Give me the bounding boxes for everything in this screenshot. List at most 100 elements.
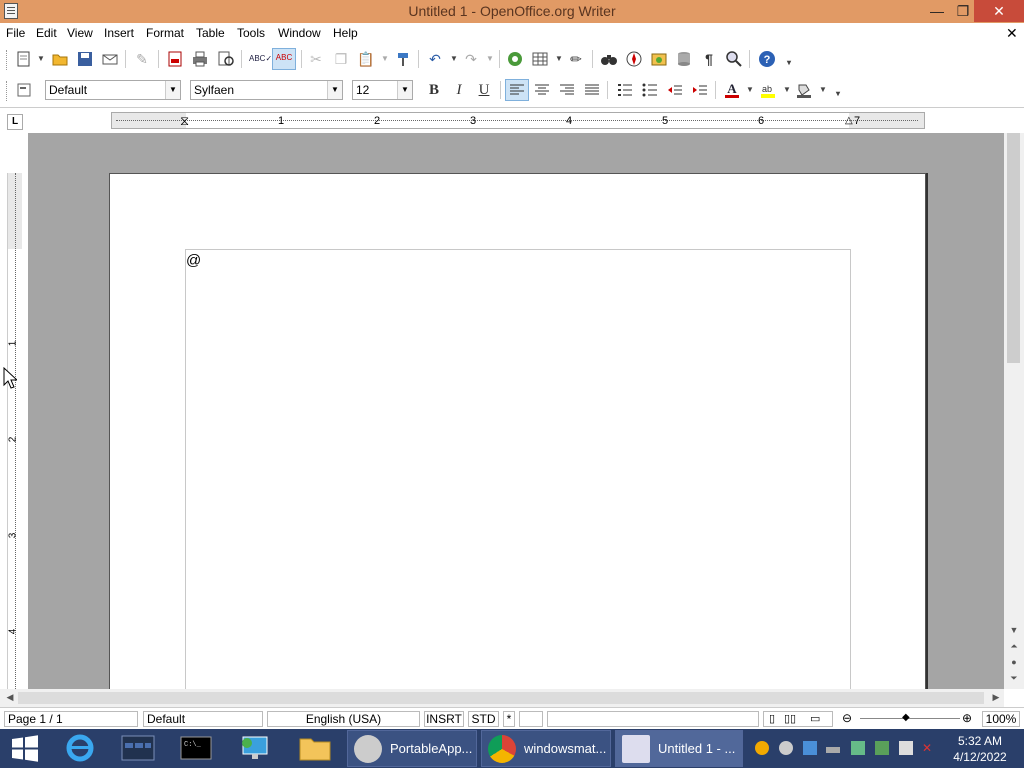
menu-file[interactable]: File xyxy=(6,26,25,40)
redo-icon[interactable]: ↷ xyxy=(462,50,480,68)
tray-device-icon[interactable] xyxy=(851,741,865,755)
digital-signature-field[interactable] xyxy=(519,711,543,727)
italic-button[interactable]: I xyxy=(450,81,468,99)
paragraph-style-combo[interactable]: Default ▼ xyxy=(45,80,181,100)
paste-icon[interactable]: 📋 xyxy=(357,50,375,68)
scroll-down-arrow-icon[interactable]: ▼ xyxy=(1006,625,1022,635)
network-icon[interactable] xyxy=(899,741,913,755)
next-page-icon[interactable]: ⏷ xyxy=(1006,673,1022,684)
clone-formatting-icon[interactable] xyxy=(394,50,412,68)
taskbar-item-chrome[interactable]: windowsmat... xyxy=(481,730,611,767)
gallery-icon[interactable] xyxy=(650,50,668,68)
align-right-icon[interactable] xyxy=(558,81,576,99)
autospellcheck-icon[interactable]: ABC xyxy=(272,48,296,70)
scroll-right-arrow-icon[interactable]: ▶ xyxy=(988,692,1004,703)
toolbar-grip[interactable] xyxy=(6,50,10,70)
save-icon[interactable] xyxy=(76,50,94,68)
numbering-icon[interactable] xyxy=(616,81,634,99)
find-replace-icon[interactable] xyxy=(600,50,618,68)
open-folder-icon[interactable] xyxy=(51,50,69,68)
align-center-icon[interactable] xyxy=(533,81,551,99)
chevron-down-icon[interactable]: ▼ xyxy=(165,81,180,99)
tray-display-icon[interactable] xyxy=(803,741,817,755)
hyperlink-icon[interactable] xyxy=(506,50,524,68)
nonprinting-characters-icon[interactable]: ¶ xyxy=(700,50,718,68)
bold-button[interactable]: B xyxy=(425,81,443,99)
bullets-icon[interactable] xyxy=(641,81,659,99)
page-preview-icon[interactable] xyxy=(217,50,235,68)
multi-page-view-icon[interactable]: ▯▯ xyxy=(784,712,796,726)
start-button[interactable] xyxy=(8,729,44,768)
insert-mode-indicator[interactable]: INSRT xyxy=(424,711,464,727)
edit-file-icon[interactable]: ✎ xyxy=(133,50,151,68)
new-document-icon[interactable] xyxy=(15,50,33,68)
zoom-out-icon[interactable]: ⊖ xyxy=(842,711,852,725)
close-button[interactable]: ✕ xyxy=(974,0,1024,22)
decrease-indent-icon[interactable] xyxy=(666,81,684,99)
tray-app-icon[interactable] xyxy=(779,741,793,755)
undo-icon[interactable]: ↶ xyxy=(426,50,444,68)
background-color-dropdown-arrow[interactable]: ▼ xyxy=(819,85,827,95)
file-explorer-icon[interactable] xyxy=(295,729,335,768)
menu-table[interactable]: Table xyxy=(196,26,225,40)
increase-indent-icon[interactable] xyxy=(691,81,709,99)
menu-tools[interactable]: Tools xyxy=(237,26,265,40)
language-indicator[interactable]: English (USA) xyxy=(267,711,420,727)
book-view-icon[interactable]: ▭ xyxy=(810,712,820,726)
menu-edit[interactable]: Edit xyxy=(36,26,57,40)
spellcheck-icon[interactable]: ABC✓ xyxy=(249,50,272,68)
chevron-down-icon[interactable]: ▼ xyxy=(327,81,342,99)
zoom-track[interactable] xyxy=(860,718,960,719)
volume-muted-icon[interactable]: ✕ xyxy=(922,741,936,755)
data-sources-icon[interactable] xyxy=(675,50,693,68)
task-manager-icon[interactable] xyxy=(118,729,158,768)
toolbar-overflow-arrow[interactable]: ▾ xyxy=(836,89,843,99)
toolbar-grip[interactable] xyxy=(6,81,10,101)
table-icon[interactable] xyxy=(531,50,549,68)
selection-mode-indicator[interactable]: STD xyxy=(468,711,499,727)
zoom-icon[interactable] xyxy=(725,50,743,68)
print-icon[interactable] xyxy=(191,50,209,68)
menu-window[interactable]: Window xyxy=(278,26,321,40)
view-layout-field[interactable]: ▯ ▯▯ ▭ xyxy=(763,711,833,727)
chevron-down-icon[interactable]: ▼ xyxy=(397,81,412,99)
navigation-icon[interactable]: ● xyxy=(1006,657,1022,667)
undo-dropdown-arrow[interactable]: ▼ xyxy=(450,54,458,64)
single-page-view-icon[interactable]: ▯ xyxy=(769,712,775,726)
draw-functions-icon[interactable]: ✏ xyxy=(567,50,585,68)
zoom-in-icon[interactable]: ⊕ xyxy=(962,711,972,725)
system-clock[interactable]: 5:32 AM 4/12/2022 xyxy=(940,733,1020,765)
font-size-combo[interactable]: 12 ▼ xyxy=(352,80,413,100)
internet-explorer-icon[interactable] xyxy=(60,729,100,768)
indent-marker-icon[interactable]: ⧖ xyxy=(180,113,189,129)
export-pdf-icon[interactable] xyxy=(166,50,184,68)
underline-button[interactable]: U xyxy=(475,81,493,99)
menu-view[interactable]: View xyxy=(67,26,93,40)
toolbar-overflow-arrow[interactable]: ▾ xyxy=(787,58,794,68)
cut-icon[interactable]: ✂ xyxy=(307,50,325,68)
highlighting-dropdown-arrow[interactable]: ▼ xyxy=(783,85,791,95)
font-name-combo[interactable]: Sylfaen ▼ xyxy=(190,80,343,100)
menu-help[interactable]: Help xyxy=(333,26,358,40)
background-color-icon[interactable] xyxy=(795,81,813,99)
highlighting-icon[interactable]: ab xyxy=(759,81,777,99)
tray-network-drive-icon[interactable] xyxy=(826,747,840,753)
help-icon[interactable]: ? xyxy=(758,50,776,68)
font-color-icon[interactable]: A xyxy=(723,81,741,99)
taskbar-item-portableapps[interactable]: PortableApp... xyxy=(347,730,477,767)
menu-format[interactable]: Format xyxy=(146,26,184,40)
command-prompt-icon[interactable]: C:\_ xyxy=(176,729,216,768)
page-style-indicator[interactable]: Default xyxy=(143,711,263,727)
horizontal-scrollbar[interactable]: ◀ ▶ xyxy=(0,689,1004,707)
vertical-scrollbar[interactable]: ▼ ⏶ ● ⏷ xyxy=(1004,133,1024,689)
tab-selector-button[interactable]: L xyxy=(7,114,23,130)
horizontal-ruler[interactable]: ⧖ △ 1 2 3 4 5 6 7 xyxy=(111,112,925,129)
horizontal-scroll-thumb[interactable] xyxy=(18,692,984,704)
vertical-ruler[interactable]: 1 2 3 4 xyxy=(0,133,28,689)
email-icon[interactable] xyxy=(101,50,119,68)
modified-indicator[interactable]: * xyxy=(503,711,515,727)
styles-formatting-icon[interactable] xyxy=(15,81,33,99)
document-text[interactable]: @ xyxy=(186,252,201,269)
justify-icon[interactable] xyxy=(583,81,601,99)
copy-icon[interactable]: ❐ xyxy=(332,50,350,68)
